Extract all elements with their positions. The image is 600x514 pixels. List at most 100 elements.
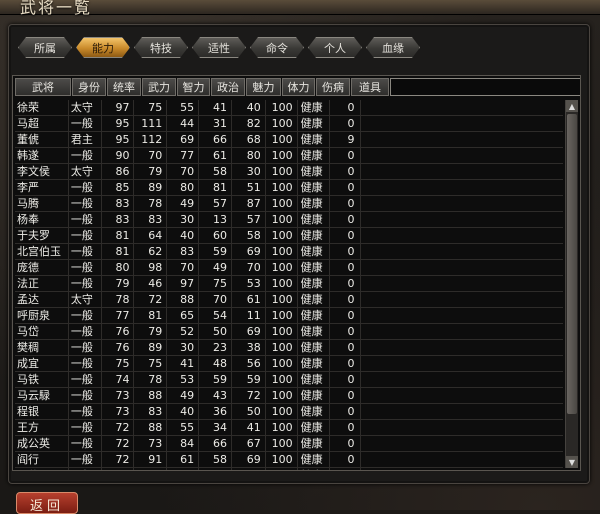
scroll-thumb[interactable] — [567, 114, 577, 414]
column-header[interactable]: 身份 — [72, 78, 106, 96]
tab-2[interactable]: 特技 — [134, 37, 188, 58]
table-cell: 41 — [167, 356, 200, 371]
row-filler — [361, 212, 563, 227]
table-cell: 70 — [232, 260, 266, 275]
table-row[interactable]: 成宜 一般 75 75 41 48 56 100 健康 0 — [15, 356, 563, 372]
column-header[interactable]: 武将 — [15, 78, 71, 96]
table-cell: 100 — [266, 116, 298, 131]
scroll-down-arrow-icon[interactable]: ▼ — [566, 456, 578, 468]
table-row[interactable]: 董俿 君主 95 112 69 66 68 100 健康 9 — [15, 132, 563, 148]
table-cell: 0 — [330, 276, 362, 291]
table-cell: 76 — [102, 340, 135, 355]
row-filler — [361, 308, 563, 323]
table-row[interactable]: 马超 一般 95 111 44 31 82 100 健康 0 — [15, 116, 563, 132]
tab-5[interactable]: 个人 — [308, 37, 362, 58]
table-cell: 53 — [232, 276, 266, 291]
column-header[interactable]: 魅力 — [246, 78, 281, 96]
table-cell: 一般 — [69, 260, 102, 275]
table-row[interactable]: 于夫罗 一般 81 64 40 60 58 100 健康 0 — [15, 228, 563, 244]
table-cell: 健康 — [298, 100, 331, 115]
table-cell: 83 — [102, 212, 135, 227]
back-button[interactable]: 返回 — [16, 492, 78, 514]
table-cell: 70 — [199, 292, 232, 307]
scroll-up-arrow-icon[interactable]: ▲ — [566, 100, 578, 112]
table-cell: 30 — [232, 164, 266, 179]
table-row[interactable]: 庞德 一般 80 98 70 49 70 100 健康 0 — [15, 260, 563, 276]
table-row[interactable]: 阎行 一般 72 91 61 58 69 100 健康 0 — [15, 452, 563, 468]
table-cell: 健康 — [298, 228, 331, 243]
column-header[interactable]: 体力 — [282, 78, 315, 96]
tab-6[interactable]: 血缘 — [366, 37, 420, 58]
table-cell: 82 — [232, 116, 266, 131]
table-row[interactable]: 马铁 一般 74 78 53 59 59 100 健康 0 — [15, 372, 563, 388]
table-cell: 40 — [232, 100, 266, 115]
table-cell: 9 — [330, 132, 362, 147]
table-cell: 83 — [134, 212, 168, 227]
table-row[interactable]: 马休一般7179464365100健康0 — [15, 468, 563, 470]
table-cell: 健康 — [298, 196, 331, 211]
table-cell: 健康 — [298, 324, 331, 339]
table-row[interactable]: 程银 一般 73 83 40 36 50 100 健康 0 — [15, 404, 563, 420]
row-filler — [361, 148, 563, 163]
table-row[interactable]: 李文侯 太守 86 79 70 58 30 100 健康 0 — [15, 164, 563, 180]
table-cell: 52 — [167, 324, 200, 339]
table-row[interactable]: 徐荣 太守 97 75 55 41 40 100 健康 0 — [15, 100, 563, 116]
column-header[interactable]: 智力 — [177, 78, 210, 96]
table-cell: 一般 — [69, 228, 102, 243]
table-row[interactable]: 王方 一般 72 88 55 34 41 100 健康 0 — [15, 420, 563, 436]
table-cell: 太守 — [69, 164, 102, 179]
column-header[interactable]: 武力 — [142, 78, 176, 96]
table-cell: 80 — [232, 148, 266, 163]
table-cell: 11 — [232, 308, 266, 323]
table-cell: 65 — [232, 468, 266, 470]
table-cell: 31 — [199, 116, 232, 131]
table-cell: 健康 — [298, 452, 331, 467]
table-row[interactable]: 法正 一般 79 46 97 75 53 100 健康 0 — [15, 276, 563, 292]
table-cell: 54 — [199, 308, 232, 323]
table-cell: 60 — [199, 228, 232, 243]
tab-1[interactable]: 能力 — [76, 37, 130, 58]
column-header[interactable]: 道具 — [351, 78, 389, 96]
table-row[interactable]: 呼厨泉 一般 77 81 65 54 11 100 健康 0 — [15, 308, 563, 324]
table-cell: 一般 — [69, 404, 102, 419]
table-cell: 一般 — [69, 308, 102, 323]
header-blank-field — [390, 78, 580, 96]
table-cell: 0 — [330, 148, 362, 163]
table-cell: 58 — [199, 164, 232, 179]
table-cell: 23 — [199, 340, 232, 355]
row-filler — [361, 228, 563, 243]
table-cell: 0 — [330, 372, 362, 387]
table-row[interactable]: 韩遂 一般 90 70 77 61 80 100 健康 0 — [15, 148, 563, 164]
tab-4[interactable]: 命令 — [250, 37, 304, 58]
table-cell: 100 — [266, 292, 298, 307]
table-row[interactable]: 孟达 太守 78 72 88 70 61 100 健康 0 — [15, 292, 563, 308]
table-row[interactable]: 马云騄 一般 73 88 49 43 72 100 健康 0 — [15, 388, 563, 404]
table-cell: 81 — [134, 308, 168, 323]
row-filler — [361, 452, 563, 467]
table-row[interactable]: 杨奉 一般 83 83 30 13 57 100 健康 0 — [15, 212, 563, 228]
table-cell: 62 — [134, 244, 168, 259]
table-row[interactable]: 李严 一般 85 89 80 81 51 100 健康 0 — [15, 180, 563, 196]
table-cell: 100 — [266, 404, 298, 419]
tab-3[interactable]: 适性 — [192, 37, 246, 58]
window-title: 武将一覧 — [20, 0, 93, 17]
table-cell: 李严 — [15, 180, 69, 195]
column-header[interactable]: 统率 — [107, 78, 141, 96]
vertical-scrollbar[interactable]: ▲ ▼ — [565, 100, 578, 468]
column-header[interactable]: 政治 — [211, 78, 245, 96]
column-header[interactable]: 伤病 — [316, 78, 350, 96]
table-cell: 0 — [330, 212, 362, 227]
table-cell: 83 — [102, 196, 135, 211]
table-row[interactable]: 马腾 一般 83 78 49 57 87 100 健康 0 — [15, 196, 563, 212]
table-cell: 83 — [167, 244, 200, 259]
table-cell: 66 — [199, 436, 232, 451]
table-cell: 君主 — [69, 132, 102, 147]
table-cell: 97 — [102, 100, 135, 115]
tab-0[interactable]: 所属 — [18, 37, 72, 58]
table-row[interactable]: 北宫伯玉 一般 81 62 83 59 69 100 健康 0 — [15, 244, 563, 260]
table-cell: 91 — [134, 452, 168, 467]
table-row[interactable]: 马岱 一般 76 79 52 50 69 100 健康 0 — [15, 324, 563, 340]
table-cell: 84 — [167, 436, 200, 451]
table-row[interactable]: 樊稠 一般 76 89 30 23 38 100 健康 0 — [15, 340, 563, 356]
table-row[interactable]: 成公英 一般 72 73 84 66 67 100 健康 0 — [15, 436, 563, 452]
